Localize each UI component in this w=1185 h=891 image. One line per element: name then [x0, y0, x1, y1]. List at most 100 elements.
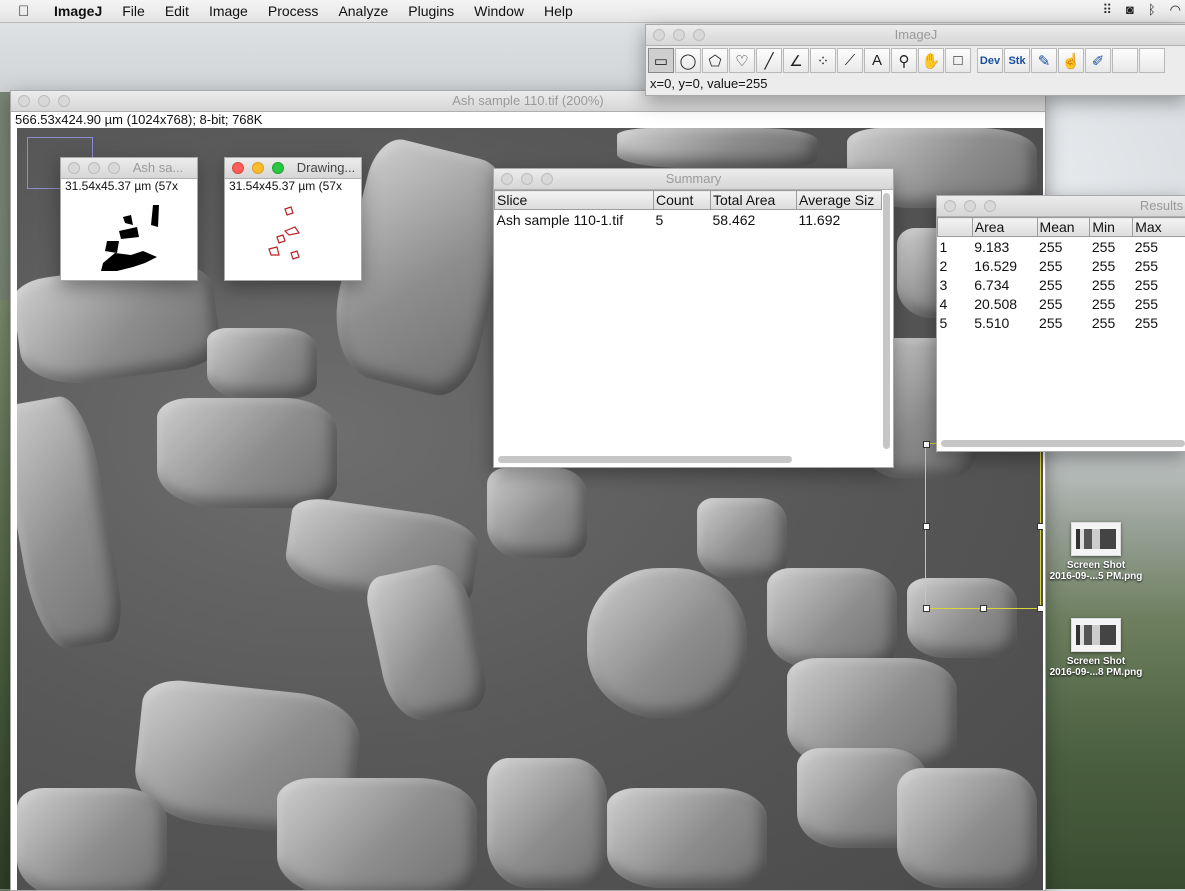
empty-tool-slot[interactable] [1139, 48, 1165, 73]
selection-handle[interactable] [923, 605, 930, 612]
stk-menu-button[interactable]: Stk [1004, 48, 1030, 73]
zoom-button[interactable] [58, 95, 70, 107]
color-picker-icon[interactable]: □ [945, 48, 971, 73]
selection-handle[interactable] [923, 441, 930, 448]
ash-particle [17, 392, 128, 654]
menu-window[interactable]: Window [474, 3, 524, 19]
table-row[interactable]: 5 5.510 255 255 255 [938, 313, 1185, 332]
close-button[interactable] [232, 162, 244, 174]
arrow-tool-icon[interactable]: ☝ [1058, 48, 1084, 73]
column-header[interactable]: Max [1133, 218, 1185, 237]
desktop-file-icon[interactable]: Screen Shot 2016-09-...8 PM.png [1041, 618, 1151, 678]
column-header[interactable]: Total Area [711, 191, 797, 210]
dev-menu-button[interactable]: Dev [977, 48, 1003, 73]
table-row[interactable]: 2 16.529 255 255 255 [938, 256, 1185, 275]
column-header[interactable] [938, 218, 973, 237]
time-machine-icon[interactable]: ◙ [1126, 2, 1134, 18]
close-button[interactable] [501, 173, 513, 185]
selection-handle[interactable] [923, 523, 930, 530]
mask-window-titlebar[interactable]: Ash sa... [61, 158, 197, 179]
point-tool-icon[interactable]: ⁘ [810, 48, 836, 73]
wand-tool-icon[interactable]: ⟋ [837, 48, 863, 73]
desktop-file-name: 2016-09-...8 PM.png [1041, 667, 1151, 678]
minimize-button[interactable] [521, 173, 533, 185]
table-row[interactable]: 1 9.183 255 255 255 [938, 237, 1185, 257]
close-button[interactable] [944, 200, 956, 212]
minimize-button[interactable] [673, 29, 685, 41]
desktop-file-icon[interactable]: Screen Shot 2016-09-...5 PM.png [1041, 522, 1151, 582]
horizontal-scrollbar[interactable] [941, 440, 1185, 447]
mask-canvas[interactable] [61, 197, 197, 277]
summary-table: Slice Count Total Area Average Siz Ash s… [494, 190, 882, 229]
minimize-button[interactable] [88, 162, 100, 174]
freehand-tool-icon[interactable]: ♡ [729, 48, 755, 73]
rectangle-tool-icon[interactable]: ▭ [648, 48, 674, 73]
column-header[interactable]: Area [972, 218, 1037, 237]
brush-tool-icon[interactable]: ✎ [1031, 48, 1057, 73]
drawing-window-titlebar[interactable]: Drawing... [225, 158, 361, 179]
tool-row: ▭ ◯ ⬠ ♡ ╱ ∠ ⁘ ⟋ A ⚲ ✋ □ Dev Stk ✎ ☝ ✐ [646, 46, 1185, 73]
results-titlebar[interactable]: Results [937, 196, 1185, 217]
menu-extras: ⠿ ◙ ᛒ ◠ [1102, 2, 1181, 18]
zoom-button[interactable] [693, 29, 705, 41]
summary-titlebar[interactable]: Summary [494, 169, 893, 190]
table-row[interactable]: 4 20.508 255 255 255 [938, 294, 1185, 313]
text-tool-icon[interactable]: A [864, 48, 890, 73]
imagej-titlebar[interactable]: ImageJ [646, 25, 1185, 46]
menu-image[interactable]: Image [209, 3, 248, 19]
menu-app[interactable]: ImageJ [54, 3, 102, 19]
screenshot-thumbnail-icon [1071, 522, 1121, 556]
pencil-tool-icon[interactable]: ✐ [1085, 48, 1111, 73]
close-button[interactable] [18, 95, 30, 107]
table-row[interactable]: 3 6.734 255 255 255 [938, 275, 1185, 294]
menu-analyze[interactable]: Analyze [338, 3, 388, 19]
minimize-button[interactable] [964, 200, 976, 212]
bluetooth-icon[interactable]: ᛒ [1148, 2, 1156, 18]
column-header[interactable]: Mean [1037, 218, 1090, 237]
menu-process[interactable]: Process [268, 3, 319, 19]
table-row[interactable]: Ash sample 110-1.tif 5 58.462 11.692 [495, 210, 882, 230]
apple-icon[interactable]:  [18, 3, 40, 20]
table-cell: 5 [938, 313, 973, 332]
results-header-row: Area Mean Min Max [938, 218, 1185, 237]
zoom-button[interactable] [541, 173, 553, 185]
table-cell: 255 [1090, 237, 1133, 257]
magnifier-tool-icon[interactable]: ⚲ [891, 48, 917, 73]
menu-help[interactable]: Help [544, 3, 573, 19]
dots-grid-icon[interactable]: ⠿ [1102, 2, 1112, 18]
empty-tool-slot[interactable] [1112, 48, 1138, 73]
zoom-button[interactable] [984, 200, 996, 212]
close-button[interactable] [68, 162, 80, 174]
zoom-button[interactable] [108, 162, 120, 174]
image-info: 566.53x424.90 µm (1024x768); 8-bit; 768K [11, 112, 1045, 128]
selection-handle[interactable] [980, 605, 987, 612]
results-window: Results Area Mean Min Max 1 9.183 255 25… [936, 195, 1185, 452]
wifi-icon[interactable]: ◠ [1170, 2, 1181, 18]
rectangle-selection[interactable] [925, 443, 1041, 609]
menu-edit[interactable]: Edit [165, 3, 189, 19]
table-cell: 255 [1090, 256, 1133, 275]
minimize-button[interactable] [252, 162, 264, 174]
hand-tool-icon[interactable]: ✋ [918, 48, 944, 73]
menu-file[interactable]: File [122, 3, 145, 19]
mask-info: 31.54x45.37 µm (57x [61, 179, 197, 193]
table-cell: 255 [1090, 294, 1133, 313]
column-header[interactable]: Min [1090, 218, 1133, 237]
drawing-canvas[interactable] [225, 197, 361, 277]
column-header[interactable]: Average Siz [797, 191, 882, 210]
ash-particle [607, 788, 767, 888]
horizontal-scrollbar[interactable] [498, 456, 792, 463]
polygon-tool-icon[interactable]: ⬠ [702, 48, 728, 73]
column-header[interactable]: Count [654, 191, 711, 210]
table-cell: 255 [1133, 237, 1185, 257]
menu-plugins[interactable]: Plugins [408, 3, 454, 19]
selection-handle[interactable] [1037, 605, 1043, 612]
angle-tool-icon[interactable]: ∠ [783, 48, 809, 73]
oval-tool-icon[interactable]: ◯ [675, 48, 701, 73]
column-header[interactable]: Slice [495, 191, 654, 210]
zoom-button[interactable] [272, 162, 284, 174]
close-button[interactable] [653, 29, 665, 41]
line-tool-icon[interactable]: ╱ [756, 48, 782, 73]
vertical-scrollbar[interactable] [883, 193, 890, 449]
minimize-button[interactable] [38, 95, 50, 107]
